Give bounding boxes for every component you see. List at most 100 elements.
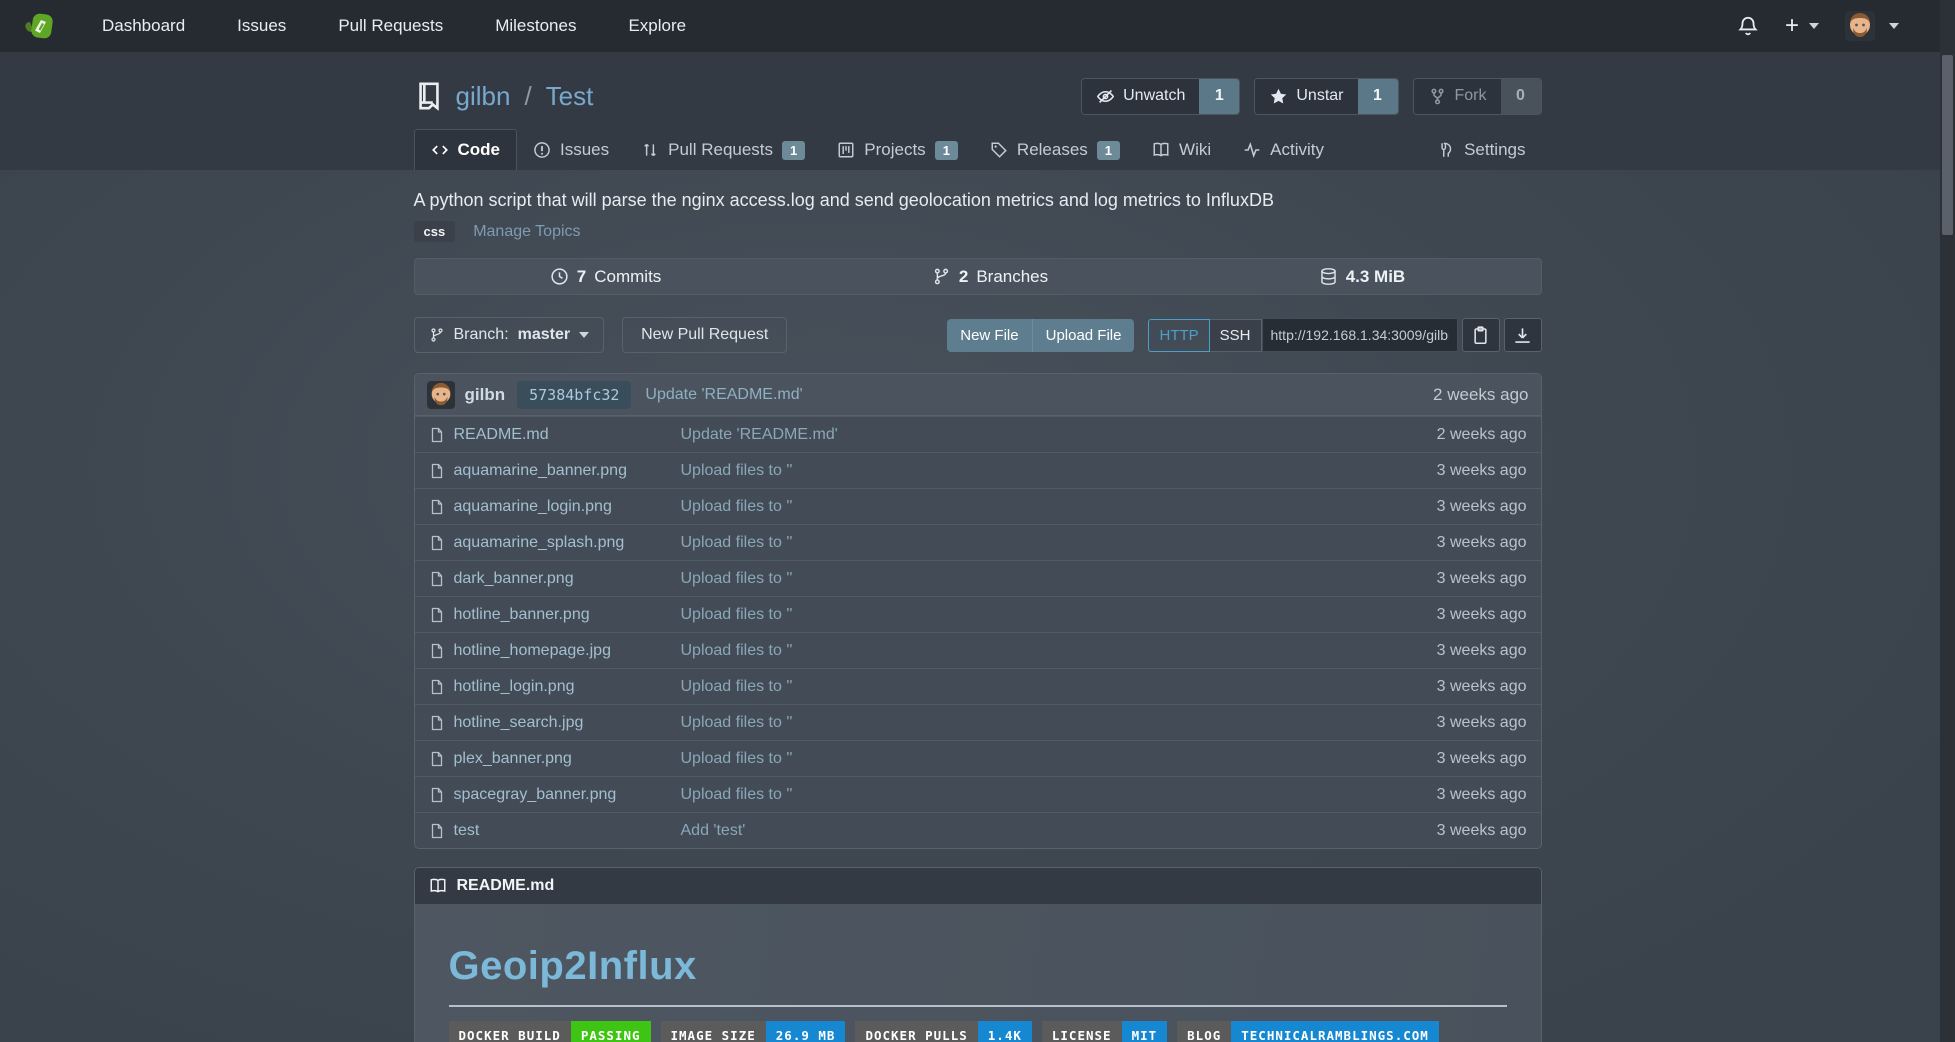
nav-pull-requests[interactable]: Pull Requests [338, 16, 443, 36]
create-new-button[interactable]: + [1785, 12, 1819, 40]
commit-age: 2 weeks ago [1433, 385, 1528, 405]
file-link[interactable]: hotline_homepage.jpg [454, 642, 611, 660]
file-commit-message[interactable]: Upload files to '' [681, 642, 793, 660]
file-link[interactable]: hotline_login.png [454, 678, 575, 696]
docker-pulls-badge[interactable]: DOCKER PULLS1.4K [855, 1021, 1031, 1042]
tab-releases[interactable]: Releases1 [974, 130, 1136, 170]
tab-settings[interactable]: Settings [1421, 130, 1541, 170]
top-navbar: Dashboard Issues Pull Requests Milestone… [0, 0, 1955, 52]
tab-wiki[interactable]: Wiki [1136, 130, 1227, 170]
unwatch-button[interactable]: Unwatch 1 [1081, 78, 1240, 115]
tab-code[interactable]: Code [414, 129, 518, 170]
gitea-logo-icon[interactable] [24, 8, 60, 44]
docker-build-badge[interactable]: DOCKER BUILDPASSING [449, 1021, 651, 1042]
blog-badge[interactable]: BLOGTECHNICALRAMBLINGS.COM [1177, 1021, 1439, 1042]
file-link[interactable]: plex_banner.png [454, 750, 572, 768]
image-size-badge[interactable]: IMAGE SIZE26.9 MB [661, 1021, 846, 1042]
http-protocol-button[interactable]: HTTP [1148, 319, 1209, 352]
nav-issues[interactable]: Issues [237, 16, 286, 36]
file-link[interactable]: spacegray_banner.png [454, 786, 617, 804]
tag-icon [990, 141, 1008, 159]
nav-dashboard[interactable]: Dashboard [102, 16, 185, 36]
license-badge[interactable]: LICENSEMIT [1042, 1021, 1167, 1042]
commit-message-link[interactable]: Update 'README.md' [645, 386, 802, 404]
tab-issues[interactable]: Issues [517, 130, 625, 170]
pull-request-icon [641, 141, 659, 159]
commit-sha-badge[interactable]: 57384bfc32 [517, 381, 631, 409]
copy-clone-url-button[interactable] [1462, 318, 1500, 352]
file-icon [429, 535, 445, 551]
tab-projects[interactable]: Projects1 [821, 130, 974, 170]
file-age: 3 weeks ago [1437, 606, 1527, 624]
chevron-down-icon [579, 332, 589, 338]
repo-name-link[interactable]: Test [546, 81, 594, 112]
commit-author-avatar[interactable] [427, 381, 455, 409]
file-commit-message[interactable]: Upload files to '' [681, 534, 793, 552]
user-menu[interactable] [1845, 11, 1899, 41]
file-commit-message[interactable]: Add 'test' [681, 822, 746, 840]
file-link[interactable]: aquamarine_banner.png [454, 462, 627, 480]
download-archive-button[interactable] [1504, 318, 1542, 352]
ssh-protocol-button[interactable]: SSH [1210, 319, 1262, 352]
file-age: 3 weeks ago [1437, 822, 1527, 840]
unstar-button[interactable]: Unstar 1 [1254, 78, 1398, 115]
clock-icon [550, 267, 569, 286]
file-icon [429, 787, 445, 803]
wrench-icon [1437, 141, 1455, 159]
file-icon [429, 427, 445, 443]
file-link[interactable]: dark_banner.png [454, 570, 574, 588]
branch-icon [429, 327, 445, 343]
readme-header: README.md [415, 868, 1541, 904]
new-file-button[interactable]: New File [947, 319, 1031, 352]
manage-topics-link[interactable]: Manage Topics [473, 223, 580, 241]
topic-tag-css[interactable]: css [414, 221, 456, 242]
branch-icon [932, 267, 951, 286]
tab-pull-requests[interactable]: Pull Requests1 [625, 130, 821, 170]
file-link[interactable]: README.md [454, 426, 549, 444]
file-commit-message[interactable]: Upload files to '' [681, 750, 793, 768]
file-link[interactable]: aquamarine_splash.png [454, 534, 625, 552]
notifications-bell-icon[interactable] [1737, 15, 1759, 37]
upload-file-button[interactable]: Upload File [1032, 319, 1135, 352]
navbar-menu: Dashboard Issues Pull Requests Milestone… [102, 16, 686, 36]
file-commit-message[interactable]: Upload files to '' [681, 570, 793, 588]
commit-author-link[interactable]: gilbn [465, 385, 506, 405]
watch-count[interactable]: 1 [1199, 79, 1239, 114]
chevron-down-icon [1889, 23, 1899, 29]
branches-stat[interactable]: 2Branches [932, 267, 1048, 287]
fork-count[interactable]: 0 [1501, 79, 1541, 114]
star-count[interactable]: 1 [1358, 79, 1398, 114]
eye-off-icon [1096, 87, 1115, 106]
file-link[interactable]: hotline_search.jpg [454, 714, 584, 732]
commits-stat[interactable]: 7Commits [550, 267, 662, 287]
clone-url-input[interactable] [1262, 318, 1458, 352]
divider [449, 1005, 1507, 1007]
file-age: 3 weeks ago [1437, 498, 1527, 516]
user-avatar [1845, 11, 1875, 41]
file-commit-message[interactable]: Upload files to '' [681, 462, 793, 480]
new-pull-request-button[interactable]: New Pull Request [622, 317, 787, 353]
file-commit-message[interactable]: Update 'README.md' [681, 426, 838, 444]
file-link[interactable]: hotline_banner.png [454, 606, 590, 624]
file-age: 3 weeks ago [1437, 642, 1527, 660]
nav-explore[interactable]: Explore [628, 16, 686, 36]
file-commit-message[interactable]: Upload files to '' [681, 678, 793, 696]
branch-selector[interactable]: Branch:master [414, 317, 605, 353]
repo-owner-link[interactable]: gilbn [456, 81, 511, 112]
file-link[interactable]: test [454, 822, 480, 840]
page-scrollbar[interactable] [1940, 0, 1955, 1042]
file-commit-message[interactable]: Upload files to '' [681, 498, 793, 516]
tab-activity[interactable]: Activity [1227, 130, 1340, 170]
clone-toolbar: New File Upload File HTTP SSH [947, 318, 1541, 352]
file-link[interactable]: aquamarine_login.png [454, 498, 612, 516]
project-board-icon [837, 141, 855, 159]
scrollbar-thumb[interactable] [1942, 55, 1953, 235]
projects-count-badge: 1 [935, 141, 958, 160]
file-commit-message[interactable]: Upload files to '' [681, 786, 793, 804]
nav-milestones[interactable]: Milestones [495, 16, 576, 36]
fork-button[interactable]: Fork 0 [1413, 78, 1542, 115]
file-commit-message[interactable]: Upload files to '' [681, 714, 793, 732]
file-commit-message[interactable]: Upload files to '' [681, 606, 793, 624]
table-row: dark_banner.pngUpload files to ''3 weeks… [415, 560, 1541, 596]
file-age: 3 weeks ago [1437, 714, 1527, 732]
